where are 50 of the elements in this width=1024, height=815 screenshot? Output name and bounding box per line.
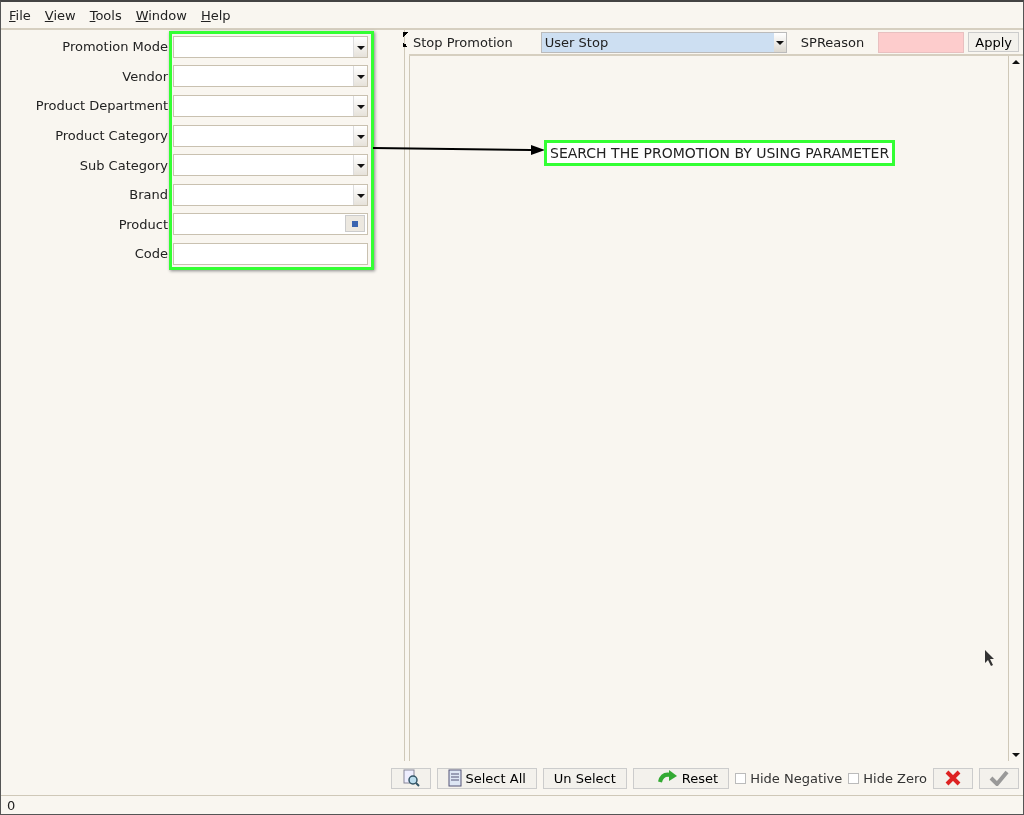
dropdown-field[interactable] <box>173 124 368 147</box>
input-field[interactable] <box>878 31 965 53</box>
dropdown-field[interactable] <box>173 35 368 58</box>
close-icon <box>944 769 962 787</box>
field-label: Brand <box>128 187 168 203</box>
field-label: Product Category <box>54 128 168 144</box>
dropdown-field[interactable] <box>173 154 368 177</box>
preview-button[interactable] <box>390 767 431 789</box>
menu-item[interactable]: Window <box>135 7 187 23</box>
checkbox-option[interactable]: Hide Negative <box>735 770 843 786</box>
checkbox-option[interactable]: Hide Zero <box>848 770 927 786</box>
lookup-button[interactable] <box>345 215 365 233</box>
document-icon <box>447 769 462 787</box>
dropdown-field[interactable] <box>173 183 368 206</box>
annotation-label: SEARCH THE PROMOTION BY USING PARAMETER <box>544 140 896 166</box>
field-label: Sub Category <box>78 157 168 173</box>
caret-icon <box>353 125 367 146</box>
menu-item[interactable]: Help <box>200 7 231 23</box>
reset-button[interactable]: Reset <box>632 767 730 789</box>
dropdown-field[interactable] <box>173 65 368 88</box>
field-label: SPReason <box>800 34 865 50</box>
status-text: 0 <box>7 797 16 813</box>
caret-icon <box>353 36 367 57</box>
cancel-button[interactable] <box>933 767 973 789</box>
caret-icon <box>353 96 367 116</box>
mouse-pointer-icon <box>985 650 995 666</box>
apply-button[interactable]: Apply <box>968 32 1019 52</box>
checkmark-icon <box>989 770 1009 786</box>
menu-item[interactable]: Tools <box>89 7 122 23</box>
unselect-button[interactable]: Un Select <box>542 767 627 789</box>
caret-icon <box>353 184 367 205</box>
dropdown-field[interactable] <box>173 95 368 117</box>
input-field[interactable] <box>173 242 368 265</box>
caret-icon <box>773 32 786 52</box>
dropdown-field[interactable]: User Stop <box>540 31 787 53</box>
field-label: Product Department <box>34 98 168 114</box>
caret-icon <box>353 66 367 87</box>
field-label: Vendor <box>121 68 168 84</box>
menu-item[interactable]: View <box>44 7 76 23</box>
field-label: Code <box>133 246 168 262</box>
field-label: Promotion Mode <box>61 39 168 55</box>
splitter-arrows-icon[interactable] <box>403 32 409 48</box>
caret-icon <box>353 155 367 176</box>
select-all-button[interactable]: Select All <box>436 767 537 789</box>
lookup-field[interactable] <box>173 213 368 236</box>
field-label: Product <box>117 216 168 232</box>
confirm-button[interactable] <box>979 767 1019 789</box>
magnifier-icon <box>401 769 420 787</box>
field-label: Stop Promotion <box>412 34 513 50</box>
menu-item[interactable]: File <box>9 7 31 23</box>
